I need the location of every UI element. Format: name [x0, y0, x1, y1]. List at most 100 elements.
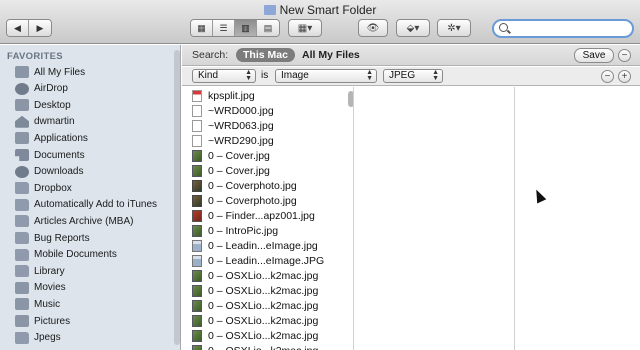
file-row[interactable]: 0 – Coverphoto.jpg — [182, 193, 346, 208]
eye-icon: 👁 — [366, 22, 380, 34]
sidebar-item-dropbox[interactable]: Dropbox — [0, 180, 170, 196]
attribute-popup[interactable]: Kind ▲ ▼ — [192, 69, 256, 83]
downloads-icon — [15, 165, 29, 178]
file-name: 0 – Leadin...eImage.jpg — [208, 239, 318, 252]
sidebar-item-label: All My Files — [34, 66, 86, 78]
file-name: kpsplit.jpg — [208, 89, 255, 102]
operator-label: is — [261, 70, 269, 81]
sidebar-item-jpegs[interactable]: Jpegs — [0, 330, 170, 346]
file-thumbnail-icon — [192, 224, 202, 237]
file-row[interactable]: 0 – OSXLio...k2mac.jpg — [182, 268, 346, 283]
remove-criterion-button[interactable]: − — [601, 70, 614, 83]
file-thumbnail-icon — [192, 269, 202, 282]
folder-icon — [15, 215, 29, 228]
file-name: 0 – Cover.jpg — [208, 149, 270, 162]
file-name: 0 – OSXLio...k2mac.jpg — [208, 329, 319, 342]
sidebar-item-mobile-documents[interactable]: Mobile Documents — [0, 247, 170, 263]
file-row[interactable]: kpsplit.jpg — [182, 88, 346, 103]
column-view-button[interactable]: ▥ — [235, 20, 257, 36]
sidebar-item-music[interactable]: Music — [0, 296, 170, 312]
scope-this-mac-button[interactable]: This Mac — [236, 48, 295, 62]
scope-all-my-files-button[interactable]: All My Files — [302, 49, 360, 61]
file-name: 0 – OSXLio...k2mac.jpg — [208, 299, 319, 312]
search-scope-bar: Search: This Mac All My Files Save − — [182, 45, 640, 66]
sidebar-item-automatically-add-to-itunes[interactable]: Automatically Add to iTunes — [0, 197, 170, 213]
file-row[interactable]: 0 – Finder...apz001.jpg — [182, 208, 346, 223]
file-thumbnail-icon — [192, 239, 202, 252]
sidebar-item-library[interactable]: Library — [0, 263, 170, 279]
back-button[interactable]: ◀ — [7, 20, 29, 36]
sidebar-item-bug-reports[interactable]: Bug Reports — [0, 230, 170, 246]
file-thumbnail-icon — [192, 209, 202, 222]
file-row[interactable]: ~WRD063.jpg — [182, 118, 346, 133]
search-input[interactable] — [492, 19, 634, 38]
sidebar-item-label: Pictures — [34, 315, 71, 327]
results-column: kpsplit.jpg ~WRD000.jpg ~WRD063.jpg ~WRD290… — [182, 87, 354, 350]
sidebar-item-label: Music — [34, 298, 61, 310]
file-row[interactable]: 0 – OSXLio...k2mac.jpg — [182, 298, 346, 313]
file-row[interactable]: ~WRD000.jpg — [182, 103, 346, 118]
file-thumbnail-icon — [192, 119, 202, 132]
all-my-files-icon — [15, 66, 29, 78]
documents-icon — [15, 149, 29, 161]
sidebar-item-all-my-files[interactable]: All My Files — [0, 64, 170, 80]
file-thumbnail-icon — [192, 299, 202, 312]
popup-arrows-icon: ▲ ▼ — [366, 69, 373, 82]
sidebar-item-label: Dropbox — [34, 182, 72, 194]
file-name: 0 – Leadin...eImage.JPG — [208, 254, 325, 267]
file-row[interactable]: 0 – IntroPic.jpg — [182, 223, 346, 238]
results-scrollbar[interactable] — [348, 91, 353, 107]
arrange-button[interactable]: ▦▾ — [288, 19, 322, 37]
icon-view-button[interactable]: ▦ — [191, 20, 213, 36]
file-row[interactable]: 0 – Leadin...eImage.jpg — [182, 238, 346, 253]
file-row[interactable]: ~WRD290.jpg — [182, 133, 346, 148]
subtype-text: JPEG — [389, 70, 416, 81]
popup-arrows-icon: ▲ ▼ — [432, 69, 439, 82]
dropbox-icon: ⬙▾ — [406, 22, 420, 34]
file-row[interactable]: 0 – OSXLio...k2mac.jpg — [182, 328, 346, 343]
sidebar-item-downloads[interactable]: Downloads — [0, 164, 170, 180]
sidebar-item-articles-archive-mba[interactable]: Articles Archive (MBA) — [0, 213, 170, 229]
remove-scope-button[interactable]: − — [618, 49, 631, 62]
sidebar-item-movies[interactable]: Movies — [0, 280, 170, 296]
value-popup[interactable]: Image ▲ ▼ — [275, 69, 377, 83]
folder-icon — [15, 248, 29, 261]
column-view-icon: ▥ — [241, 22, 250, 33]
coverflow-view-button[interactable]: ▤ — [257, 20, 279, 36]
quicklook-button[interactable]: 👁 — [358, 19, 388, 37]
file-name: 0 – Coverphoto.jpg — [208, 194, 297, 207]
sidebar-heading: FAVORITES — [7, 51, 63, 62]
list-view-button[interactable]: ☰ — [213, 20, 235, 36]
dropbox-button[interactable]: ⬙▾ — [396, 19, 430, 37]
back-arrow-icon: ◀ — [14, 22, 21, 33]
sidebar-item-desktop[interactable]: Desktop — [0, 97, 170, 113]
action-button[interactable]: ✲▾ — [437, 19, 471, 37]
file-thumbnail-icon — [192, 284, 202, 297]
sidebar-item-applications[interactable]: Applications — [0, 130, 170, 146]
sidebar-item-label: Desktop — [34, 99, 71, 111]
sidebar-item-airdrop[interactable]: AirDrop — [0, 81, 170, 97]
file-thumbnail-icon — [192, 329, 202, 342]
add-criterion-button[interactable]: + — [618, 70, 631, 83]
save-button[interactable]: Save — [574, 48, 614, 63]
sidebar-item-label: Downloads — [34, 166, 84, 178]
file-row[interactable]: 0 – Leadin...eImage.JPG — [182, 253, 346, 268]
home-icon — [15, 115, 29, 128]
sidebar-item-documents[interactable]: Documents — [0, 147, 170, 163]
sidebar-item-label: Bug Reports — [34, 232, 90, 244]
icon-view-icon: ▦ — [197, 22, 206, 33]
search-icon — [499, 23, 508, 32]
file-row[interactable]: 0 – OSXLio...k2mac.jpg — [182, 313, 346, 328]
sidebar-item-pictures[interactable]: Pictures — [0, 313, 170, 329]
file-row[interactable]: 0 – OSXLio...k2mac.jpg — [182, 343, 346, 350]
subtype-popup[interactable]: JPEG ▲ ▼ — [383, 69, 443, 83]
smart-folder-icon — [263, 5, 276, 15]
applications-icon — [15, 132, 29, 145]
sidebar-item-dwmartin[interactable]: dwmartin — [0, 114, 170, 130]
file-row[interactable]: 0 – Cover.jpg — [182, 148, 346, 163]
file-row[interactable]: 0 – Coverphoto.jpg — [182, 178, 346, 193]
file-row[interactable]: 0 – Cover.jpg — [182, 163, 346, 178]
forward-button[interactable]: ▶ — [29, 20, 51, 36]
sidebar-scrollbar[interactable] — [174, 50, 180, 345]
file-row[interactable]: 0 – OSXLio...k2mac.jpg — [182, 283, 346, 298]
